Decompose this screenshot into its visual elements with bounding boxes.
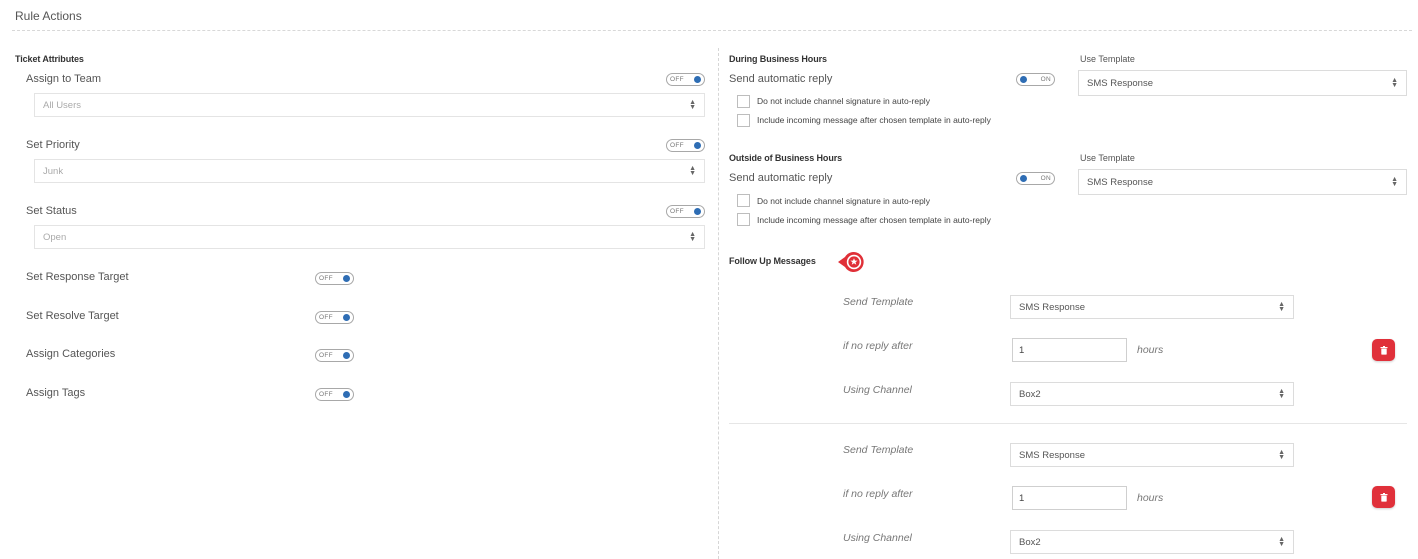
select-value: All Users — [43, 99, 82, 111]
set-status-select[interactable]: Open ▲ ▼ — [34, 225, 705, 249]
set-status-label: Set Status — [26, 205, 77, 217]
fu1-using-channel-label: Using Channel — [843, 384, 912, 396]
during-hours-title: During Business Hours — [729, 54, 827, 64]
fu2-delete-button[interactable] — [1372, 486, 1395, 508]
set-status-toggle[interactable]: OFF — [666, 205, 705, 218]
select-value: SMS Response — [1087, 77, 1154, 89]
chevron-updown-icon: ▲ ▼ — [689, 165, 696, 177]
assign-team-label: Assign to Team — [26, 73, 102, 85]
categories-toggle[interactable]: OFF — [315, 349, 354, 362]
select-value: Junk — [43, 165, 64, 177]
toggle-knob — [694, 76, 701, 83]
set-priority-label: Set Priority — [26, 139, 80, 151]
outside-include-message-checkbox[interactable] — [737, 213, 750, 226]
toggle-state: ON — [1040, 175, 1051, 182]
chevron-updown-icon: ▲ ▼ — [1278, 388, 1285, 400]
outside-auto-reply-toggle[interactable]: ON — [1016, 172, 1055, 185]
fu2-template-select[interactable]: SMS Response ▲ ▼ — [1010, 443, 1294, 467]
fu1-channel-select[interactable]: Box2 ▲ ▼ — [1010, 382, 1294, 406]
trash-icon — [1380, 345, 1387, 355]
toggle-state: OFF — [670, 76, 684, 83]
fu1-send-template-label: Send Template — [843, 296, 914, 308]
outside-no-signature-label: Do not include channel signature in auto… — [757, 196, 930, 206]
toggle-state: ON — [1040, 76, 1051, 83]
during-auto-reply-label: Send automatic reply — [729, 73, 833, 85]
follow-up-separator — [729, 423, 1407, 424]
assign-team-toggle[interactable]: OFF — [666, 73, 705, 86]
settings-callout-icon[interactable] — [836, 249, 868, 275]
select-value: Open — [43, 231, 67, 243]
set-priority-select[interactable]: Junk ▲ ▼ — [34, 159, 705, 183]
toggle-knob — [343, 352, 350, 359]
fu1-if-no-reply-label: if no reply after — [843, 340, 913, 352]
toggle-state: OFF — [319, 352, 333, 359]
toggle-knob — [343, 314, 350, 321]
outside-auto-reply-label: Send automatic reply — [729, 172, 833, 184]
response-target-toggle[interactable]: OFF — [315, 272, 354, 285]
outside-include-message-label: Include incoming message after chosen te… — [757, 215, 991, 225]
chevron-updown-icon: ▲ ▼ — [1278, 301, 1285, 313]
during-no-signature-checkbox[interactable] — [737, 95, 750, 108]
header-divider — [12, 30, 1412, 31]
toggle-knob — [694, 208, 701, 215]
toggle-knob — [343, 275, 350, 282]
tags-toggle[interactable]: OFF — [315, 388, 354, 401]
toggle-knob — [343, 391, 350, 398]
select-value: SMS Response — [1087, 176, 1154, 188]
fu2-channel-select[interactable]: Box2 ▲ ▼ — [1010, 530, 1294, 554]
input-value: 1 — [1019, 344, 1025, 356]
toggle-knob — [694, 142, 701, 149]
chevron-updown-icon: ▲ ▼ — [1391, 77, 1398, 89]
follow-up-title: Follow Up Messages — [729, 256, 816, 266]
trash-icon — [1380, 492, 1387, 502]
select-value: SMS Response — [1019, 449, 1086, 461]
fu2-hours-input[interactable]: 1 — [1012, 486, 1127, 510]
fu1-hours-input[interactable]: 1 — [1012, 338, 1127, 362]
toggle-state: OFF — [319, 275, 333, 282]
fu1-delete-button[interactable] — [1372, 339, 1395, 361]
tags-label: Assign Tags — [26, 387, 86, 399]
during-template-label: Use Template — [1080, 54, 1135, 64]
select-value: Box2 — [1019, 388, 1041, 400]
during-template-select[interactable]: SMS Response ▲ ▼ — [1078, 70, 1407, 96]
chevron-updown-icon: ▲ ▼ — [1278, 449, 1285, 461]
chevron-updown-icon: ▲ ▼ — [689, 231, 696, 243]
outside-hours-title: Outside of Business Hours — [729, 153, 843, 163]
categories-label: Assign Categories — [26, 348, 116, 360]
toggle-state: OFF — [319, 314, 333, 321]
during-auto-reply-toggle[interactable]: ON — [1016, 73, 1055, 86]
chevron-updown-icon: ▲ ▼ — [1278, 536, 1285, 548]
chevron-updown-icon: ▲ ▼ — [689, 99, 696, 111]
toggle-state: OFF — [319, 391, 333, 398]
toggle-knob — [1020, 175, 1027, 182]
chevron-updown-icon: ▲ ▼ — [1391, 176, 1398, 188]
toggle-state: OFF — [670, 142, 684, 149]
response-target-label: Set Response Target — [26, 271, 129, 283]
fu2-hours-unit: hours — [1137, 492, 1164, 504]
resolve-target-toggle[interactable]: OFF — [315, 311, 354, 324]
ticket-attributes-title: Ticket Attributes — [15, 54, 84, 64]
fu2-using-channel-label: Using Channel — [843, 532, 912, 544]
outside-template-select[interactable]: SMS Response ▲ ▼ — [1078, 169, 1407, 195]
fu2-send-template-label: Send Template — [843, 444, 914, 456]
fu2-if-no-reply-label: if no reply after — [843, 488, 913, 500]
outside-no-signature-checkbox[interactable] — [737, 194, 750, 207]
toggle-state: OFF — [670, 208, 684, 215]
outside-template-label: Use Template — [1080, 153, 1135, 163]
select-value: SMS Response — [1019, 301, 1086, 313]
during-include-message-checkbox[interactable] — [737, 114, 750, 127]
resolve-target-label: Set Resolve Target — [26, 310, 119, 322]
toggle-knob — [1020, 76, 1027, 83]
input-value: 1 — [1019, 492, 1025, 504]
fu1-hours-unit: hours — [1137, 344, 1164, 356]
column-divider — [718, 48, 719, 559]
assign-team-select[interactable]: All Users ▲ ▼ — [34, 93, 705, 117]
page-title: Rule Actions — [15, 9, 82, 23]
during-no-signature-label: Do not include channel signature in auto… — [757, 96, 930, 106]
set-priority-toggle[interactable]: OFF — [666, 139, 705, 152]
during-include-message-label: Include incoming message after chosen te… — [757, 115, 991, 125]
select-value: Box2 — [1019, 536, 1041, 548]
fu1-template-select[interactable]: SMS Response ▲ ▼ — [1010, 295, 1294, 319]
